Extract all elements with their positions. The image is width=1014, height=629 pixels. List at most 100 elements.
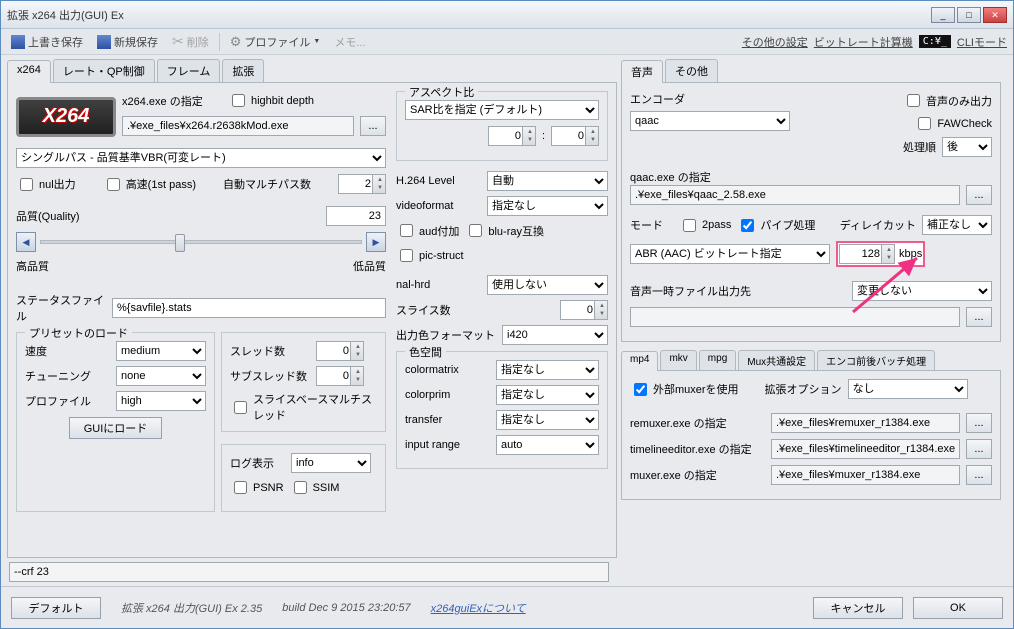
tl-browse[interactable]: ... (966, 439, 992, 459)
save-over-button[interactable]: 上書き保存 (7, 32, 87, 52)
ssim-checkbox[interactable]: SSIM (290, 478, 340, 497)
auto-multipass-value[interactable]: 2▲▼ (338, 174, 386, 194)
rate-mode-select-audio[interactable]: ABR (AAC) ビットレート指定 (630, 244, 830, 264)
profile-select[interactable]: high (116, 391, 206, 411)
colormatrix-select[interactable]: 指定なし (496, 360, 599, 380)
muxer-path[interactable] (771, 465, 960, 485)
picstruct-checkbox[interactable]: pic-struct (396, 246, 464, 265)
default-button[interactable]: デフォルト (11, 597, 101, 619)
profile-dropdown[interactable]: ⚙プロファイル ▼ (226, 32, 325, 52)
quality-inc-button[interactable]: ▶ (366, 232, 386, 252)
bitrate-calc-link[interactable]: ビットレート計算機 (814, 34, 913, 50)
quality-dec-button[interactable]: ◀ (16, 232, 36, 252)
encoder-select[interactable]: qaac (630, 111, 790, 131)
minimize-button[interactable]: _ (931, 7, 955, 23)
tl-path[interactable] (771, 439, 960, 459)
qaac-exe-path[interactable] (630, 185, 960, 205)
tab-rate[interactable]: レート・QP制御 (53, 59, 155, 82)
outfmt-select[interactable]: i420 (502, 325, 608, 345)
tab-frame[interactable]: フレーム (157, 59, 221, 82)
sar-h[interactable]: 0▲▼ (551, 126, 599, 146)
remuxer-path[interactable] (771, 413, 960, 433)
tab-muxcommon[interactable]: Mux共通設定 (738, 350, 815, 370)
tab-mkv[interactable]: mkv (660, 350, 696, 370)
transfer-select[interactable]: 指定なし (496, 410, 599, 430)
remuxer-browse[interactable]: ... (966, 413, 992, 433)
videoformat-select[interactable]: 指定なし (487, 196, 608, 216)
tab-batch[interactable]: エンコ前後バッチ処理 (817, 350, 935, 370)
muxer-tabs: mp4 mkv mpg Mux共通設定 エンコ前後バッチ処理 (621, 350, 1001, 371)
colormatrix-label: colormatrix (405, 364, 490, 376)
other-settings-link[interactable]: その他の設定 (742, 34, 808, 50)
tab-ext[interactable]: 拡張 (222, 59, 264, 82)
audio-only-checkbox[interactable]: 音声のみ出力 (903, 91, 992, 110)
delete-button[interactable]: ✂削除 (168, 31, 213, 52)
slice-value[interactable]: 0▲▼ (560, 300, 608, 320)
gui-load-button[interactable]: GUIにロード (69, 417, 163, 439)
cli-badge: C:¥_ (919, 35, 951, 48)
highbit-checkbox[interactable]: highbit depth (228, 91, 314, 110)
tab-mp4[interactable]: mp4 (621, 351, 658, 371)
x264-exe-path[interactable] (122, 116, 354, 136)
slicemt-checkbox[interactable]: スライスベースマルチスレッド (230, 391, 377, 423)
temp-path-input[interactable] (630, 307, 960, 327)
audio-bitrate[interactable]: 128▲▼ (839, 244, 895, 264)
twopass-checkbox[interactable]: 2pass (679, 216, 731, 235)
aspect-mode-select[interactable]: SAR比を指定 (デフォルト) (405, 100, 599, 120)
rate-mode-select[interactable]: シングルパス - 品質基準VBR(可変レート) (16, 148, 386, 168)
muxer-browse[interactable]: ... (966, 465, 992, 485)
colorprim-select[interactable]: 指定なし (496, 385, 599, 405)
cli-mode-link[interactable]: CLIモード (957, 34, 1007, 50)
qaac-exe-label: qaac.exe の指定 (630, 169, 992, 185)
tab-audio[interactable]: 音声 (621, 60, 663, 83)
h264level-select[interactable]: 自動 (487, 171, 608, 191)
fawcheck-checkbox[interactable]: FAWCheck (903, 114, 992, 133)
quality-slider[interactable] (40, 240, 362, 244)
subthreads-value[interactable]: 0▲▼ (316, 366, 364, 386)
tab-mpg[interactable]: mpg (699, 350, 736, 370)
auto-multipass-label: 自動マルチパス数 (223, 176, 311, 192)
lq-label: 低品質 (353, 258, 386, 274)
toolbar: 上書き保存 新規保存 ✂削除 ⚙プロファイル ▼ メモ... その他の設定 ビッ… (1, 29, 1013, 55)
temp-browse[interactable]: ... (966, 307, 992, 327)
tuning-select[interactable]: none (116, 366, 206, 386)
maximize-button[interactable]: □ (957, 7, 981, 23)
app-version: 拡張 x264 出力(GUI) Ex 2.35 (121, 600, 262, 616)
speed-select[interactable]: medium (116, 341, 206, 361)
quality-value[interactable] (326, 206, 386, 226)
delay-label: ディレイカット (840, 217, 916, 233)
tab-other[interactable]: その他 (665, 59, 718, 82)
extopt-select[interactable]: なし (848, 379, 968, 399)
sar-w[interactable]: 0▲▼ (488, 126, 536, 146)
status-crf[interactable] (9, 562, 609, 582)
nul-output-checkbox[interactable]: nul出力 (16, 175, 76, 194)
delay-select[interactable]: 補正なし (922, 215, 992, 235)
temp-label: 音声一時ファイル出力先 (630, 283, 751, 299)
ext-muxer-checkbox[interactable]: 外部muxerを使用 (630, 380, 739, 399)
qaac-exe-browse[interactable]: ... (966, 185, 992, 205)
log-select[interactable]: info (291, 453, 371, 473)
temp-select[interactable]: 変更しない (852, 281, 992, 301)
delete-icon: ✂ (172, 33, 184, 50)
close-button[interactable]: ✕ (983, 7, 1007, 23)
pipe-checkbox[interactable]: パイプ処理 (737, 216, 815, 235)
tuning-label: チューニング (25, 368, 110, 384)
stats-file-input[interactable] (112, 298, 386, 318)
x264-exe-browse[interactable]: ... (360, 116, 386, 136)
ok-button[interactable]: OK (913, 597, 1003, 619)
threads-value[interactable]: 0▲▼ (316, 341, 364, 361)
memo-button[interactable]: メモ... (330, 32, 369, 52)
bluray-checkbox[interactable]: blu-ray互換 (465, 221, 544, 240)
hq-label: 高品質 (16, 258, 49, 274)
tab-x264[interactable]: x264 (7, 60, 51, 83)
inputrange-select[interactable]: auto (496, 435, 599, 455)
save-new-button[interactable]: 新規保存 (93, 32, 162, 52)
about-link[interactable]: x264guiExについて (431, 600, 526, 616)
order-select[interactable]: 後 (942, 137, 992, 157)
nalhrd-select[interactable]: 使用しない (487, 275, 608, 295)
fast-1stpass-checkbox[interactable]: 高速(1st pass) (103, 175, 196, 194)
aud-checkbox[interactable]: aud付加 (396, 221, 459, 240)
cancel-button[interactable]: キャンセル (813, 597, 903, 619)
psnr-checkbox[interactable]: PSNR (230, 478, 284, 497)
save-new-icon (97, 35, 111, 49)
